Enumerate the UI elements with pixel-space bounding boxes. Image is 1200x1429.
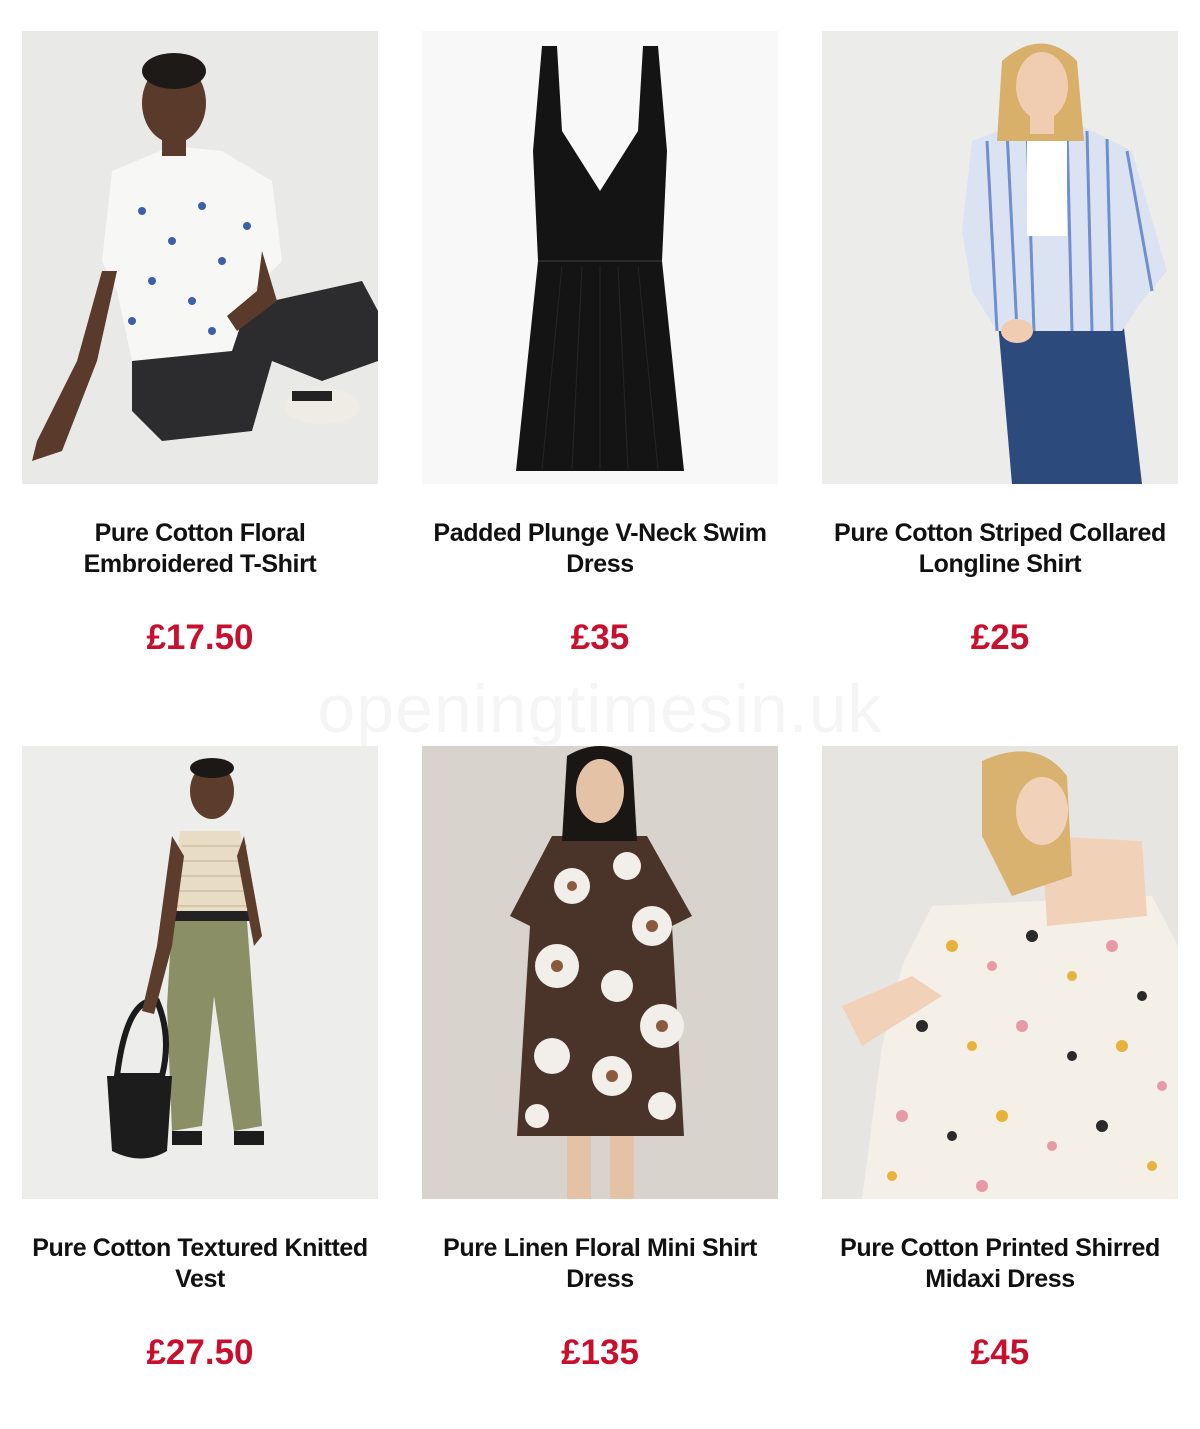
product-card[interactable]: Padded Plunge V-Neck Swim Dress £35	[422, 31, 778, 698]
product-image[interactable]	[422, 31, 778, 484]
product-title[interactable]: Padded Plunge V-Neck Swim Dress	[422, 518, 778, 580]
product-card[interactable]: Pure Cotton Striped Collared Longline Sh…	[822, 31, 1178, 698]
product-card[interactable]: Pure Cotton Textured Knitted Vest £27.50	[22, 746, 378, 1413]
product-card[interactable]: Pure Cotton Floral Embroidered T-Shirt £…	[22, 31, 378, 698]
product-grid: Pure Cotton Floral Embroidered T-Shirt £…	[22, 31, 1178, 1413]
product-price: £17.50	[146, 618, 254, 657]
woman-white-tshirt-jeans-photo	[22, 31, 378, 484]
product-card[interactable]: Pure Cotton Printed Shirred Midaxi Dress…	[822, 746, 1178, 1413]
woman-striped-shirt-photo	[822, 31, 1178, 484]
woman-printed-midaxi-dress-photo	[822, 746, 1178, 1199]
woman-floral-shirt-dress-photo	[422, 746, 778, 1199]
product-card[interactable]: Pure Linen Floral Mini Shirt Dress £135	[422, 746, 778, 1413]
product-image[interactable]	[822, 746, 1178, 1199]
product-listing-page: Pure Cotton Floral Embroidered T-Shirt £…	[0, 0, 1200, 1429]
product-price: £45	[970, 1333, 1030, 1372]
product-title[interactable]: Pure Cotton Printed Shirred Midaxi Dress	[822, 1233, 1178, 1295]
product-title[interactable]: Pure Cotton Striped Collared Longline Sh…	[822, 518, 1178, 580]
black-swim-dress-photo	[422, 31, 778, 484]
product-image[interactable]	[822, 31, 1178, 484]
product-title[interactable]: Pure Cotton Floral Embroidered T-Shirt	[22, 518, 378, 580]
product-price: £27.50	[146, 1333, 254, 1372]
product-price: £35	[570, 618, 630, 657]
product-price: £135	[561, 1333, 639, 1372]
product-image[interactable]	[422, 746, 778, 1199]
product-title[interactable]: Pure Linen Floral Mini Shirt Dress	[422, 1233, 778, 1295]
product-image[interactable]	[22, 746, 378, 1199]
woman-knitted-vest-khaki-trousers-photo	[22, 746, 378, 1199]
product-image[interactable]	[22, 31, 378, 484]
product-price: £25	[970, 618, 1030, 657]
product-title[interactable]: Pure Cotton Textured Knitted Vest	[22, 1233, 378, 1295]
